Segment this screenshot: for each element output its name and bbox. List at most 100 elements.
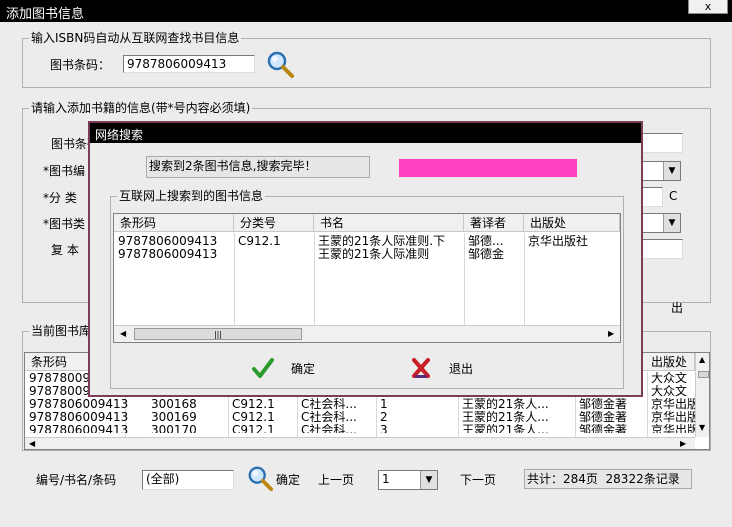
search-results-group: 互联网上搜索到的图书信息 条形码 分类号 书名 著译者 出版处 97878060… [110,189,624,389]
scroll-thumb[interactable]: ||| [134,328,302,340]
current-group-legend: 当前图书库 [29,324,94,338]
cell-barcode: 9787806009413 [29,411,129,424]
category-c-label: C [669,189,678,203]
network-search-dialog: 网络搜索 搜索到2条图书信息,搜索完毕！ 互联网上搜索到的图书信息 条形码 分类… [88,121,643,397]
add-book-window: 添加图书信息 x 输入ISBN码自动从互联网查找书目信息 图书条码： 97878… [0,0,732,527]
arrow-down-icon[interactable]: ▼ [699,423,705,432]
cell-title: 王蒙的21条人际准则 [318,248,430,261]
isbn-search-button[interactable] [265,50,295,78]
horizontal-scrollbar[interactable]: ◀ ▶ [25,437,695,449]
add-out-label: 出 [671,301,684,315]
cell-author: 邹德金著 [579,424,628,433]
magnifier-icon [248,466,274,492]
vertical-scrollbar[interactable]: ▲ ▼ [695,353,709,437]
cell-author: 邹德金著 [579,411,628,424]
record-summary: 共计：284页 28322条记录 [524,469,692,489]
field-label-number: *图书编 [43,164,86,178]
cell-barcode: 9787806009413 [118,235,218,248]
dialog-title-bar: 网络搜索 [90,123,641,143]
cell-press: 京华出版 [651,411,695,424]
arrow-right-icon[interactable]: ▶ [680,439,686,448]
column-header[interactable]: 书名 [314,214,464,232]
add-group-legend: 请输入添加书籍的信息(带*号内容必须填) [29,101,253,115]
table-row[interactable]: 9787806009413 300170 C912.1 C社会科... 3 王蒙… [25,424,695,433]
isbn-input[interactable]: 9787806009413 [123,55,255,73]
cell-class: C912.1 [232,411,275,424]
column-header[interactable]: 条形码 [114,214,234,232]
prev-page-button[interactable]: 上一页 [318,471,354,488]
cell-title: 王蒙的21条人... [462,398,549,411]
arrow-left-icon[interactable]: ◀ [120,329,126,338]
chevron-down-icon: ▼ [420,471,437,489]
cell-category: C社会科... [301,424,357,433]
cell-barcode: 9787806009413 [29,424,129,433]
ok-button[interactable]: 确定 [251,355,331,381]
cell-category: C社会科... [301,398,357,411]
isbn-group: 输入ISBN码自动从互联网查找书目信息 图书条码： 9787806009413 [22,31,711,88]
cell-title: 王蒙的21条人... [462,424,549,433]
arrow-right-icon[interactable]: ▶ [608,329,614,338]
footer-search-button[interactable] [246,464,274,492]
results-rows: 9787806009413 C912.1 王蒙的21条人际准则.下 邹德... … [114,233,620,325]
field-label-copies: 复 本 [51,243,79,257]
cell-class: C912.1 [232,424,275,433]
cell-author: 邹德金著 [579,398,628,411]
cell-number: 300169 [151,411,197,424]
cell-class: C912.1 [238,235,281,248]
column-header[interactable]: 著译者 [464,214,524,232]
field-label-category: *分 类 [43,191,77,205]
cell-copies: 3 [380,424,388,433]
cell-barcode: 9787806009413 [29,398,129,411]
page-select[interactable]: 1 ▼ [378,470,438,490]
arrow-up-icon[interactable]: ▲ [699,355,705,364]
exit-x-icon [412,358,430,378]
cell-title: 王蒙的21条人... [462,411,549,424]
checkmark-icon [252,358,274,378]
results-group-legend: 互联网上搜索到的图书信息 [117,189,266,203]
exit-button-label: 退出 [449,362,474,376]
dialog-title: 网络搜索 [95,128,144,142]
scroll-thumb[interactable] [698,371,709,378]
chevron-down-icon: ▼ [663,214,680,232]
title-bar: 添加图书信息 x [0,0,732,22]
cell-press: 京华出版社 [528,235,589,248]
column-header[interactable]: 出版处 [647,353,695,371]
cell-class [234,248,314,261]
ok-button-label: 确定 [291,362,316,376]
magnifier-icon [267,51,294,78]
cell-press [524,248,620,261]
cell-number: 300170 [151,424,197,433]
isbn-group-legend: 输入ISBN码自动从互联网查找书目信息 [29,31,242,45]
close-button[interactable]: x [688,0,728,14]
cell-press: 大众文 [651,372,688,385]
cell-author: 邹德金 [468,248,505,261]
cell-barcode: 9787806009413 [118,248,218,261]
cell-press: 大众文 [651,385,688,398]
next-page-button[interactable]: 下一页 [460,471,496,488]
footer-search-label: 编号/书名/条码 [36,473,117,487]
results-table: 条形码 分类号 书名 著译者 出版处 9787806009413 C912.1 … [113,213,621,343]
arrow-left-icon[interactable]: ◀ [29,439,35,448]
column-header[interactable]: 出版处 [524,214,620,232]
chevron-down-icon: ▼ [663,162,680,180]
page-select-value: 1 [382,472,390,486]
window-title: 添加图书信息 [6,7,85,22]
footer-search-input[interactable]: (全部) [142,470,234,490]
results-horizontal-scrollbar[interactable]: ◀ ||| ▶ [114,325,620,342]
cell-class: C912.1 [232,398,275,411]
progress-bar [399,159,577,177]
cell-copies: 2 [380,411,388,424]
cell-category: C社会科... [301,411,357,424]
field-label-type: *图书类 [43,217,86,231]
footer-confirm-button[interactable]: 确定 [276,471,300,488]
cell-press: 京华出版 [651,424,695,433]
search-status: 搜索到2条图书信息,搜索完毕！ [146,156,370,178]
cell-author: 邹德... [468,235,504,248]
cell-press: 京华出版 [651,398,695,411]
cell-number: 300168 [151,398,197,411]
cell-copies: 1 [380,398,388,411]
cell-title: 王蒙的21条人际准则.下 [318,235,446,248]
isbn-label: 图书条码： [50,58,111,72]
exit-button[interactable]: 退出 [409,355,489,381]
column-header[interactable]: 分类号 [234,214,314,232]
